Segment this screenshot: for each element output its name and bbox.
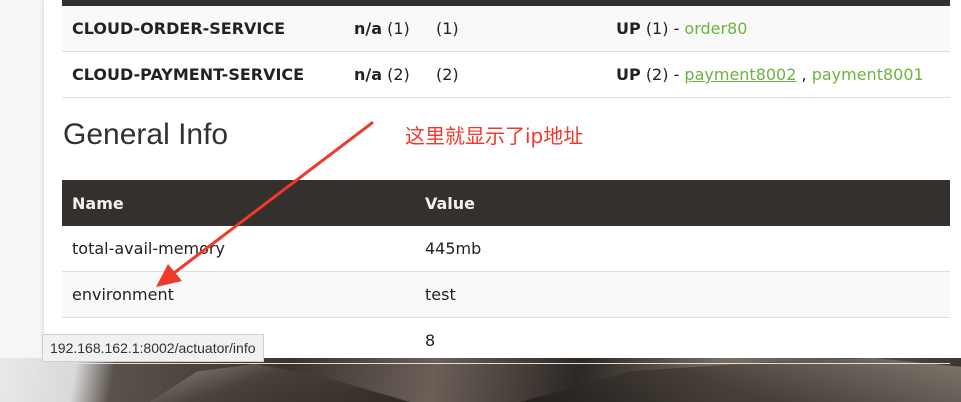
annotation-text: 这里就显示了ip地址	[405, 124, 584, 148]
status-bar-url: 192.168.162.1:8002/actuator/info	[42, 334, 264, 362]
